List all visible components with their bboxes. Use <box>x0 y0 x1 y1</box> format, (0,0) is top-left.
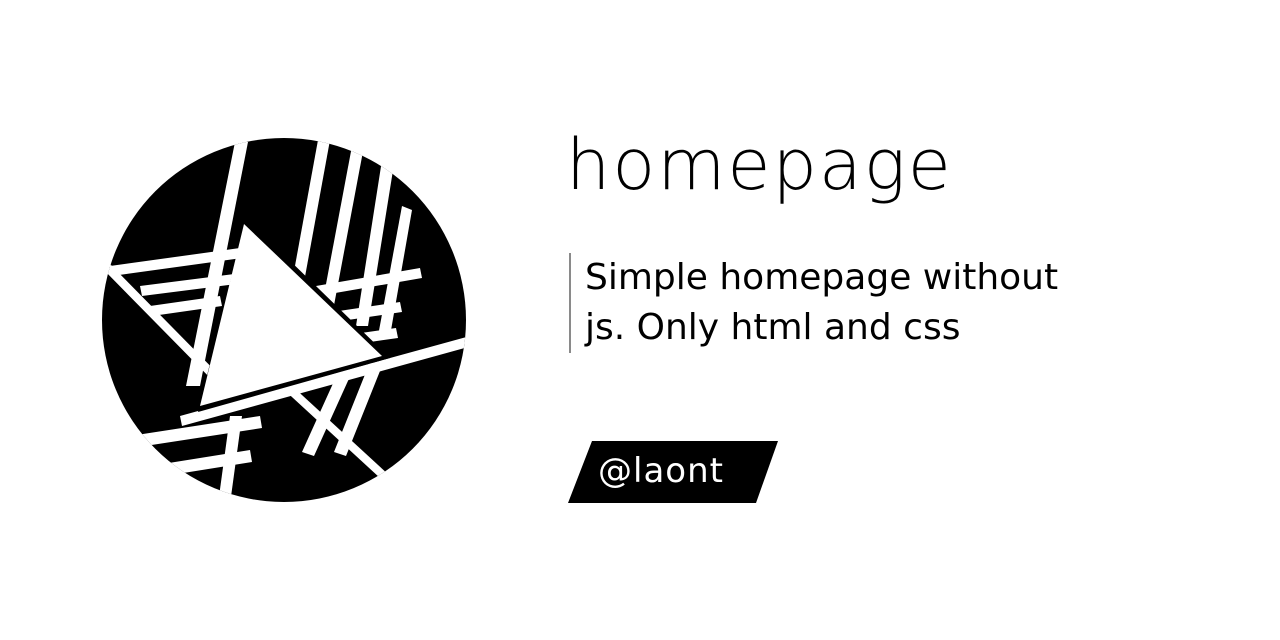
page-title: homepage <box>566 124 953 206</box>
description-text: Simple homepage without js. Only html an… <box>569 253 1105 353</box>
handle-text: @laont <box>598 451 724 491</box>
logo-icon <box>100 136 468 504</box>
handle-badge[interactable]: @laont <box>568 441 778 503</box>
